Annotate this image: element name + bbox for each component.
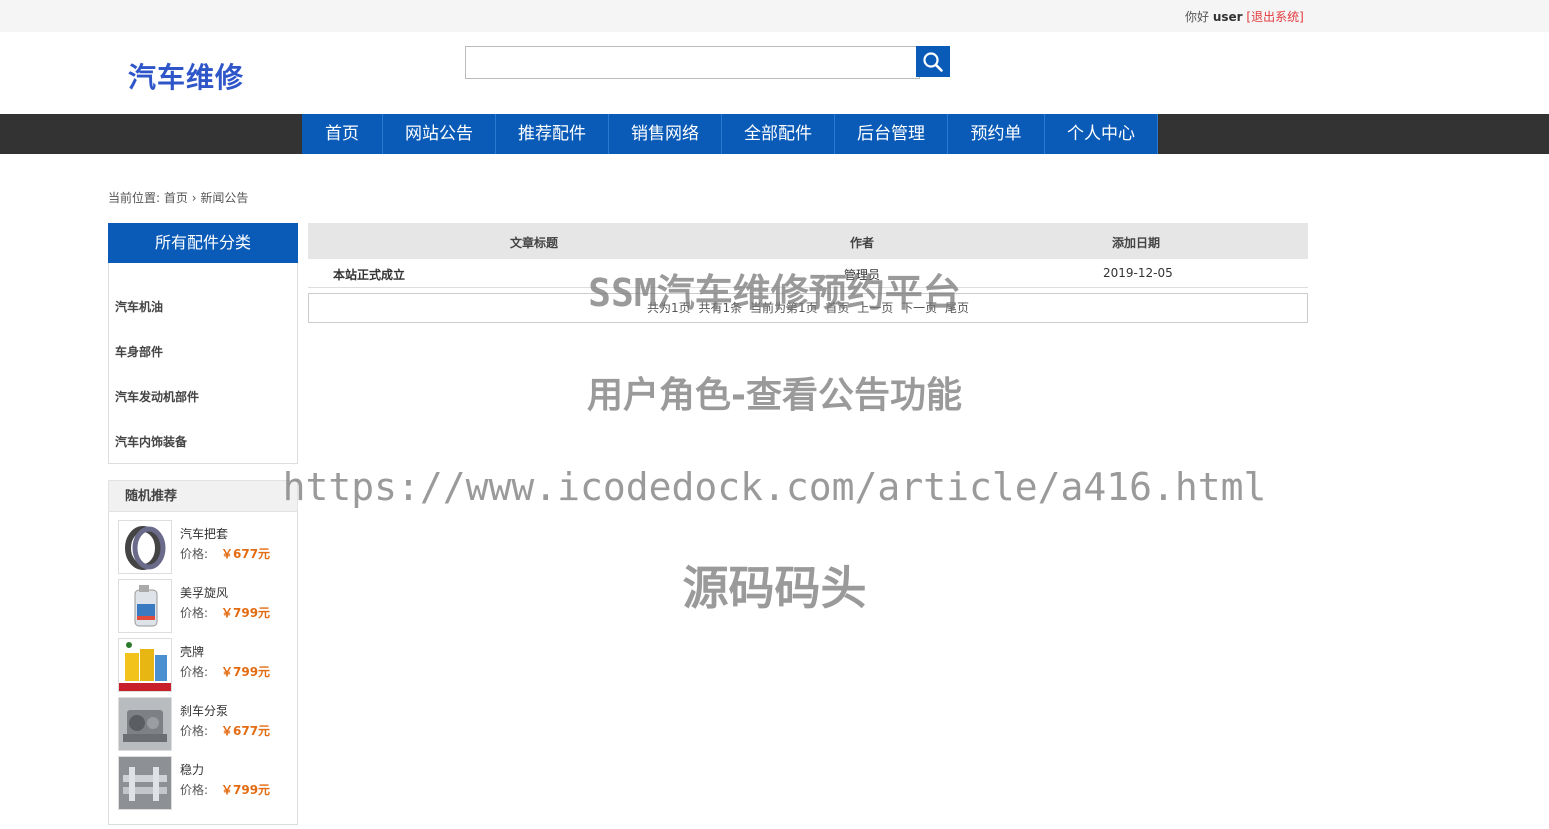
- greeting-text: 你好: [1185, 10, 1210, 24]
- site-logo[interactable]: 汽车维修: [128, 56, 244, 96]
- product-thumbnail[interactable]: [118, 520, 172, 574]
- breadcrumb-home[interactable]: 首页: [164, 191, 188, 205]
- recommend-item: 壳牌 价格: ￥799元: [118, 638, 293, 692]
- shell-oil-image: [119, 642, 171, 691]
- product-thumbnail[interactable]: [118, 697, 172, 751]
- nav-sales-network[interactable]: 销售网络: [609, 114, 722, 154]
- price-label: 价格:: [180, 547, 209, 561]
- product-price: ￥799元: [221, 665, 271, 679]
- total-records: 共有1条: [698, 301, 743, 315]
- product-name[interactable]: 稳力: [180, 761, 204, 778]
- current-page: 当前为第1页: [749, 301, 818, 315]
- column-author: 作者: [850, 236, 875, 250]
- breadcrumb-current: 新闻公告: [200, 191, 249, 205]
- next-page-link[interactable]: 下一页: [901, 301, 937, 315]
- category-item[interactable]: 汽车内饰装备: [115, 433, 187, 450]
- breadcrumb: 当前位置: 首页 › 新闻公告: [108, 189, 248, 206]
- product-price: ￥799元: [221, 783, 271, 797]
- recommend-title: 随机推荐: [108, 480, 298, 512]
- product-name[interactable]: 壳牌: [180, 643, 204, 660]
- product-thumbnail[interactable]: [118, 579, 172, 633]
- recommend-item: 美孚旋风 价格: ￥799元: [118, 579, 293, 633]
- price-label: 价格:: [180, 724, 209, 738]
- category-item[interactable]: 汽车发动机部件: [115, 388, 199, 405]
- article-author: 管理员: [844, 268, 881, 282]
- category-list: 汽车机油 车身部件 汽车发动机部件 汽车内饰装备: [108, 263, 298, 464]
- steering-cover-image: [125, 526, 166, 570]
- last-page-link[interactable]: 尾页: [945, 301, 969, 315]
- recommend-item: 稳力 价格: ￥799元: [118, 756, 293, 810]
- nav-recommended-parts[interactable]: 推荐配件: [496, 114, 609, 154]
- first-page-link[interactable]: 首页: [825, 301, 849, 315]
- total-pages: 共为1页: [647, 301, 691, 315]
- article-title-link[interactable]: 本站正式成立: [333, 266, 405, 283]
- product-price: ￥799元: [221, 606, 271, 620]
- nav-admin[interactable]: 后台管理: [835, 114, 948, 154]
- user-greeting: 你好 user [退出系统]: [1185, 8, 1304, 25]
- table-header: 文章标题 作者 添加日期: [308, 223, 1308, 259]
- recommend-item: 汽车把套 价格: ￥677元: [118, 520, 293, 574]
- product-thumbnail[interactable]: [118, 638, 172, 692]
- category-panel-title: 所有配件分类: [108, 223, 298, 263]
- nav-personal-center[interactable]: 个人中心: [1045, 114, 1158, 154]
- column-date: 添加日期: [1112, 236, 1161, 250]
- prev-page-link[interactable]: 上一页: [857, 301, 893, 315]
- price-label: 价格:: [180, 783, 209, 797]
- search-button[interactable]: [916, 46, 950, 77]
- category-item[interactable]: 车身部件: [115, 343, 163, 360]
- nav-announcements[interactable]: 网站公告: [383, 114, 496, 154]
- product-name[interactable]: 美孚旋风: [180, 584, 228, 601]
- top-bar: 你好 user [退出系统]: [0, 0, 1549, 32]
- product-name[interactable]: 汽车把套: [180, 525, 228, 542]
- category-item[interactable]: 汽车机油: [115, 298, 163, 315]
- brake-cylinder-image: [123, 710, 167, 742]
- table-row: 本站正式成立 管理员 2019-12-05: [308, 259, 1308, 288]
- nav-all-parts[interactable]: 全部配件: [722, 114, 835, 154]
- breadcrumb-prefix: 当前位置:: [108, 191, 161, 205]
- product-name[interactable]: 刹车分泵: [180, 702, 228, 719]
- username: user: [1212, 10, 1243, 24]
- product-price: ￥677元: [221, 724, 271, 738]
- main-nav: 首页 网站公告 推荐配件 销售网络 全部配件 后台管理 预约单 个人中心: [302, 114, 1158, 154]
- pagination: 共为1页 共有1条 当前为第1页 首页 上一页 下一页 尾页: [308, 293, 1308, 323]
- product-price: ￥677元: [221, 547, 271, 561]
- recommend-item: 刹车分泵 价格: ￥677元: [118, 697, 293, 751]
- breadcrumb-separator: ›: [191, 191, 197, 205]
- stabilizer-bar-image: [123, 767, 167, 801]
- nav-home[interactable]: 首页: [302, 114, 383, 154]
- nav-reservations[interactable]: 预约单: [948, 114, 1045, 154]
- product-thumbnail[interactable]: [118, 756, 172, 810]
- article-date: 2019-12-05: [1103, 266, 1173, 280]
- column-title: 文章标题: [510, 236, 559, 250]
- search-input[interactable]: [465, 46, 920, 79]
- price-label: 价格:: [180, 606, 209, 620]
- oil-bottle-image: [134, 585, 158, 627]
- search-icon: [923, 52, 943, 72]
- price-label: 价格:: [180, 665, 209, 679]
- logout-link[interactable]: [退出系统]: [1246, 10, 1303, 24]
- recommend-list: 汽车把套 价格: ￥677元 美孚旋风 价格: ￥799元 壳牌 价格: ￥79…: [108, 512, 298, 825]
